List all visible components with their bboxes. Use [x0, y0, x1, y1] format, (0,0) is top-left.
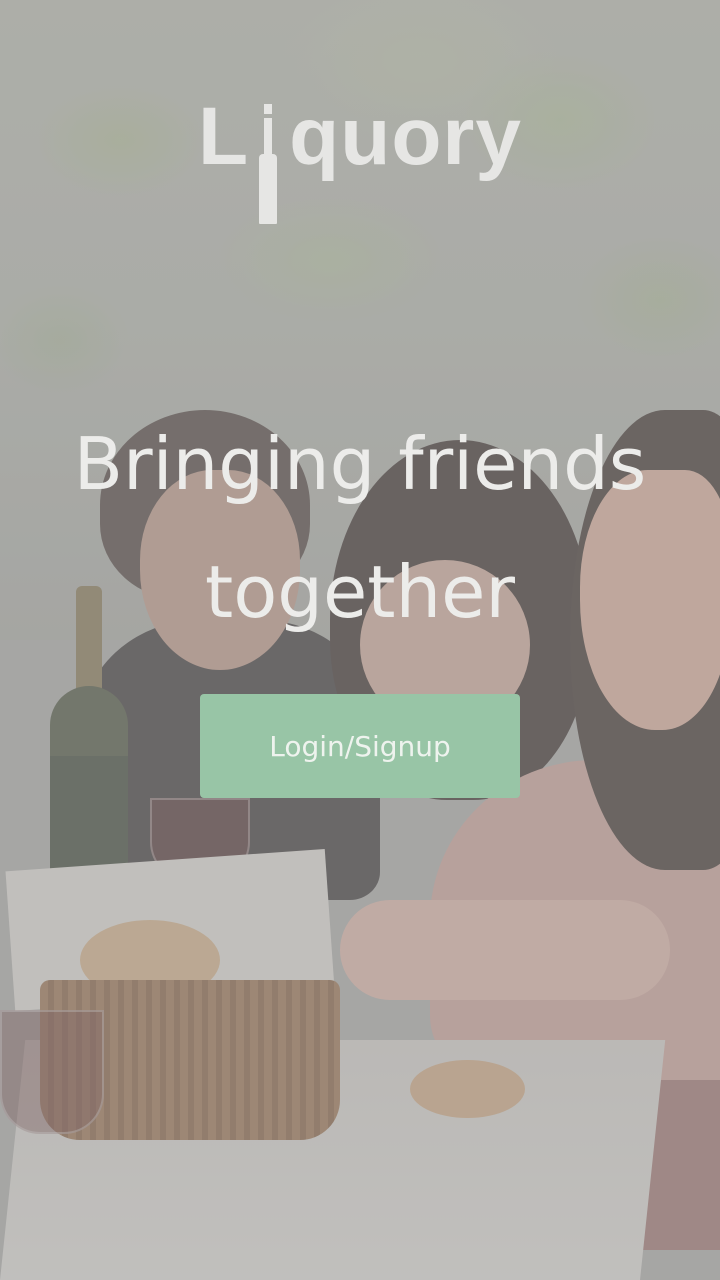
welcome-screen: Lquory Bringing friends together Login/S…	[0, 0, 720, 1280]
logo-suffix: quory	[289, 91, 522, 182]
hero-headline: Bringing friends together	[0, 400, 720, 656]
login-signup-button[interactable]: Login/Signup	[200, 694, 520, 798]
logo-prefix: L	[198, 91, 250, 182]
app-logo: Lquory	[0, 91, 720, 224]
headline-line-2: together	[204, 550, 516, 634]
headline-line-1: Bringing friends	[73, 422, 647, 506]
logo-wordmark: Lquory	[198, 91, 522, 224]
bottle-icon	[257, 104, 279, 224]
